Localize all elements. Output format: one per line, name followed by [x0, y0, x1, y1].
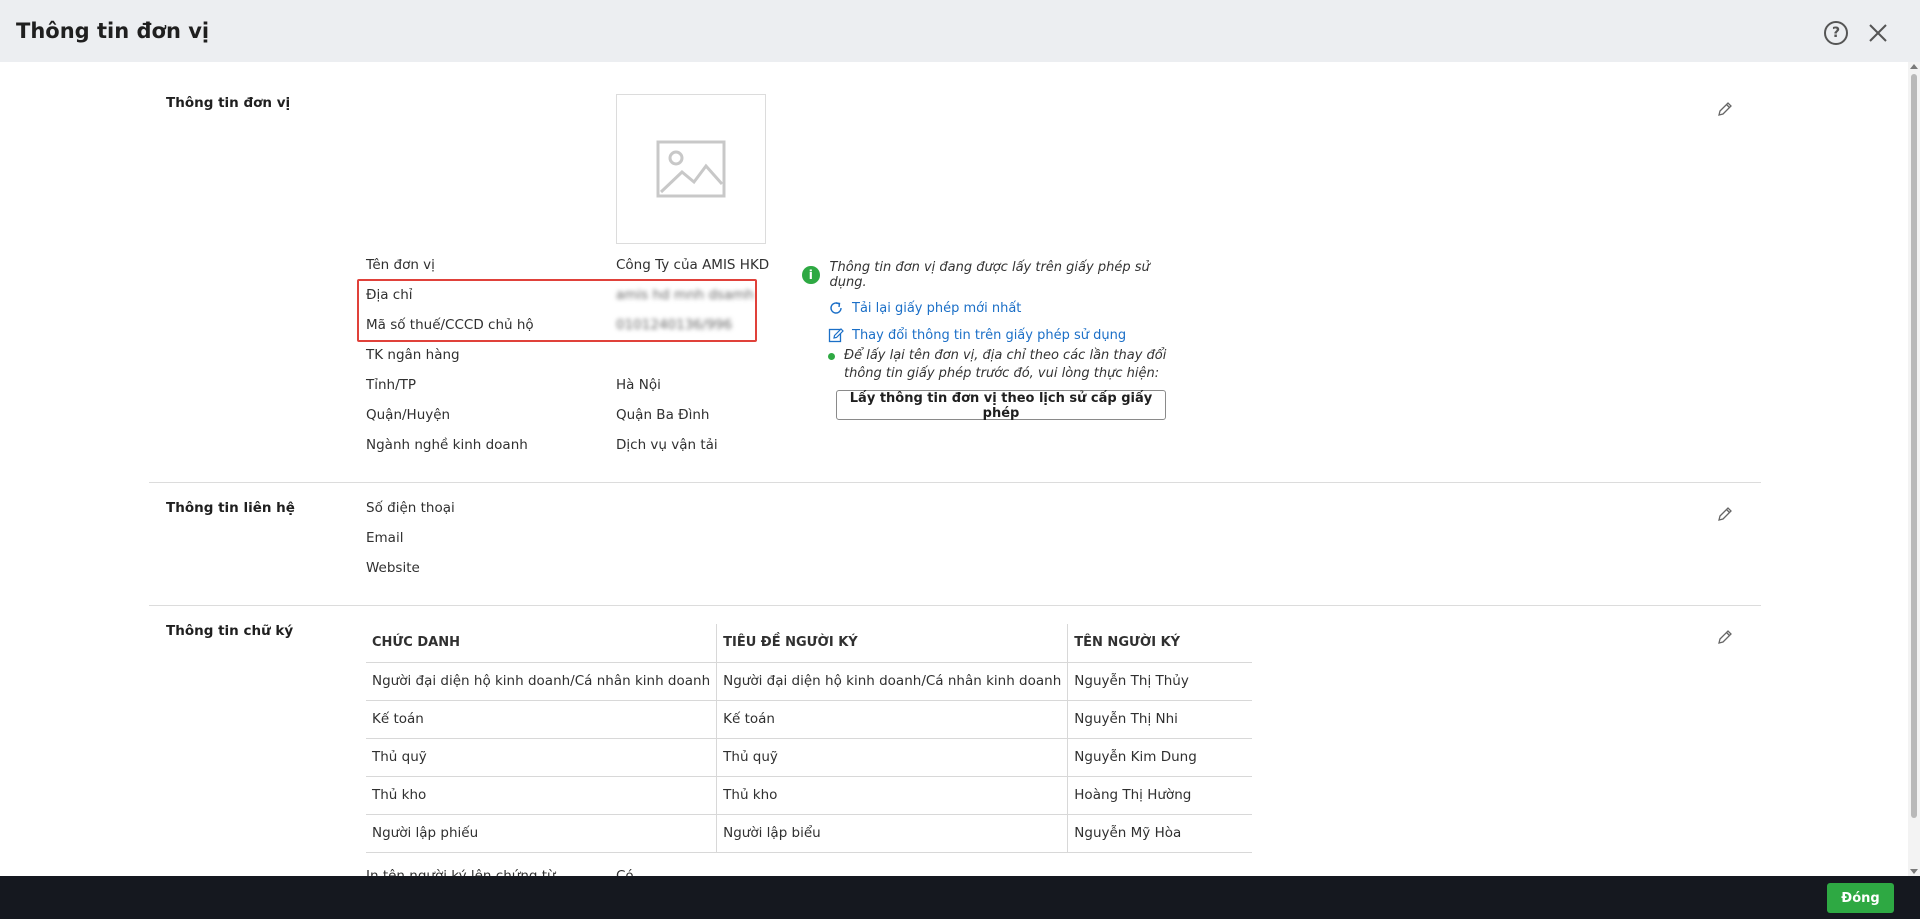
dialog-footer: Đóng: [0, 876, 1920, 919]
refresh-icon: [830, 302, 842, 314]
field-label-website: Website: [366, 560, 420, 576]
reload-license-label: Tải lại giấy phép mới nhất: [852, 300, 1022, 316]
table-cell: Người đại diện hộ kinh doanh/Cá nhân kin…: [716, 662, 1069, 701]
table-row: Kế toán Kế toán Nguyễn Thị Nhi: [366, 700, 1252, 739]
license-info: i Thông tin đơn vị đang được lấy trên gi…: [802, 260, 1182, 343]
table-row: Người lập phiếu Người lập biểu Nguyễn Mỹ…: [366, 814, 1252, 853]
scroll-up-icon[interactable]: [1910, 64, 1918, 69]
table-header-row: CHỨC DANH TIÊU ĐỀ NGƯỜI KÝ TÊN NGƯỜI KÝ: [366, 624, 1252, 663]
dialog-title: Thông tin đơn vị: [16, 19, 210, 43]
column-header-signer-title: TIÊU ĐỀ NGƯỜI KÝ: [716, 624, 1069, 663]
dialog-content: Thông tin đơn vị Tên đơn vị Công Ty của …: [0, 62, 1908, 876]
change-license-link[interactable]: Thay đổi thông tin trên giấy phép sử dụn…: [828, 327, 1182, 343]
field-label-province: Tỉnh/TP: [366, 377, 417, 393]
column-header-signer-name: TÊN NGƯỜI KÝ: [1067, 624, 1252, 663]
section-title-unit: Thông tin đơn vị: [166, 95, 291, 111]
reload-license-link[interactable]: Tải lại giấy phép mới nhất: [828, 300, 1182, 316]
highlight-box: [357, 279, 757, 342]
license-info-line: i Thông tin đơn vị đang được lấy trên gi…: [802, 260, 1182, 290]
edit-unit-icon[interactable]: [1716, 100, 1734, 118]
table-cell: Thủ quỹ: [366, 738, 718, 777]
table-cell: Nguyễn Mỹ Hòa: [1067, 814, 1252, 853]
field-label-district: Quận/Huyện: [366, 407, 451, 423]
table-cell: Thủ kho: [716, 776, 1069, 815]
field-value-print-signer: Có: [616, 868, 634, 876]
close-icon[interactable]: [1864, 19, 1892, 47]
column-header-title: CHỨC DANH: [366, 624, 718, 663]
vertical-scrollbar[interactable]: [1908, 62, 1920, 876]
field-value-province: Hà Nội: [616, 377, 661, 393]
table-cell: Nguyễn Thị Nhi: [1067, 700, 1252, 739]
field-label-email: Email: [366, 530, 404, 546]
close-button[interactable]: Đóng: [1827, 883, 1894, 913]
field-label-print-signer: In tên người ký lên chứng từ: [366, 868, 556, 876]
scroll-thumb[interactable]: [1911, 74, 1917, 818]
signature-table: CHỨC DANH TIÊU ĐỀ NGƯỜI KÝ TÊN NGƯỜI KÝ …: [366, 624, 1252, 853]
table-row: Người đại diện hộ kinh doanh/Cá nhân kin…: [366, 662, 1252, 701]
table-cell: Người lập biểu: [716, 814, 1069, 853]
table-cell: Nguyễn Kim Dung: [1067, 738, 1252, 777]
table-cell: Hoàng Thị Hường: [1067, 776, 1252, 815]
history-note: Để lấy lại tên đơn vị, địa chỉ theo các …: [828, 347, 1178, 383]
field-label-bank-account: TK ngân hàng: [366, 347, 460, 363]
table-row: Thủ quỹ Thủ quỹ Nguyễn Kim Dung: [366, 738, 1252, 777]
image-placeholder-icon: [656, 140, 726, 198]
scroll-down-icon[interactable]: [1910, 869, 1918, 874]
help-icon[interactable]: ?: [1824, 21, 1848, 45]
section-divider: [149, 605, 1761, 606]
info-icon: i: [802, 266, 820, 284]
table-cell: Nguyễn Thị Thủy: [1067, 662, 1252, 701]
edit-contact-icon[interactable]: [1716, 505, 1734, 523]
section-divider: [149, 482, 1761, 483]
edit-signature-icon[interactable]: [1716, 628, 1734, 646]
note-bullet: [828, 353, 835, 360]
field-value-business: Dịch vụ vận tải: [616, 437, 718, 453]
edit-document-icon: [828, 328, 844, 343]
section-title-contact: Thông tin liên hệ: [166, 500, 295, 516]
unit-logo-placeholder[interactable]: [616, 94, 766, 244]
table-cell: Người lập phiếu: [366, 814, 718, 853]
table-cell: Kế toán: [366, 700, 718, 739]
table-cell: Thủ quỹ: [716, 738, 1069, 777]
history-note-text: Để lấy lại tên đơn vị, địa chỉ theo các …: [844, 348, 1167, 381]
table-row: Thủ kho Thủ kho Hoàng Thị Hường: [366, 776, 1252, 815]
change-license-label: Thay đổi thông tin trên giấy phép sử dụn…: [852, 327, 1127, 343]
field-label-unit-name: Tên đơn vị: [366, 257, 435, 273]
field-label-phone: Số điện thoại: [366, 500, 455, 516]
table-cell: Kế toán: [716, 700, 1069, 739]
table-cell: Người đại diện hộ kinh doanh/Cá nhân kin…: [366, 662, 718, 701]
field-value-unit-name: Công Ty của AMIS HKD: [616, 257, 770, 273]
license-history-button[interactable]: Lấy thông tin đơn vị theo lịch sử cấp gi…: [836, 390, 1166, 421]
section-title-signature: Thông tin chữ ký: [166, 623, 294, 639]
field-value-district: Quận Ba Đình: [616, 407, 710, 423]
field-label-business: Ngành nghề kinh doanh: [366, 437, 528, 453]
license-info-text: Thông tin đơn vị đang được lấy trên giấy…: [829, 260, 1150, 290]
dialog-header: Thông tin đơn vị ?: [0, 0, 1920, 62]
table-cell: Thủ kho: [366, 776, 718, 815]
